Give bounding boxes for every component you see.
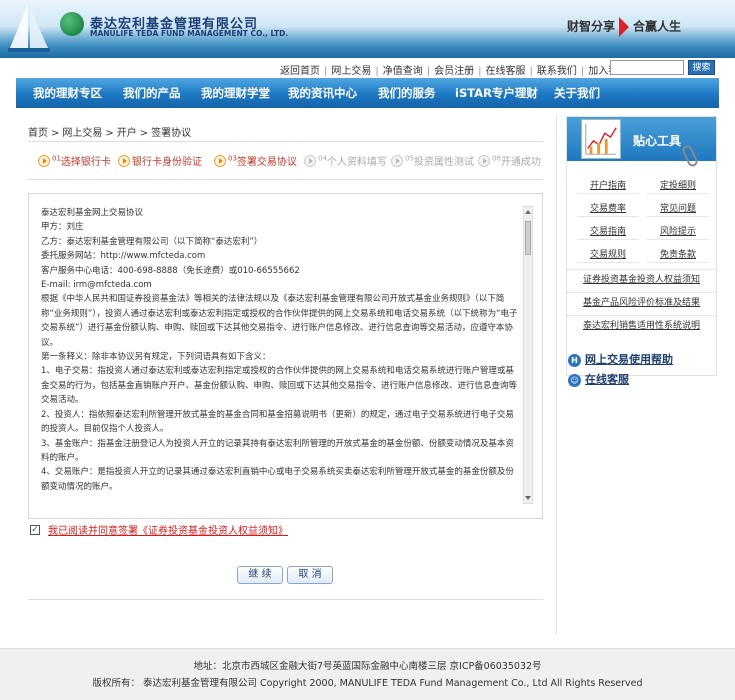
scroll-up-icon[interactable]: [525, 210, 531, 214]
toplink-nav-query[interactable]: 净值查询: [381, 66, 425, 77]
help-online-trading-label: 网上交易使用帮助: [585, 353, 673, 366]
agreement-line: 第一条释义：除非本协议另有规定，下列词语具有如下含义：: [41, 352, 271, 363]
divider: [28, 179, 543, 180]
agreement-line: 泰达宏利基金网上交易协议: [41, 208, 144, 218]
step-arrow-icon: [38, 154, 50, 167]
step-arrow-icon: [214, 154, 226, 167]
breadcrumb: 首页 > 网上交易 > 开户 > 签署协议: [28, 128, 192, 139]
divider: [28, 141, 543, 142]
tool-trading-rules[interactable]: 交易规则: [577, 248, 639, 263]
scroll-down-icon[interactable]: [525, 496, 531, 500]
agreement-line: 客户服务中心电话：400-698-8888（免长途费）或010-66555662: [41, 265, 300, 276]
toplink-home[interactable]: 返回首页: [278, 66, 322, 77]
agreement-box[interactable]: 泰达宏利基金网上交易协议 甲方：刘庄 乙方：泰达宏利基金管理有限公司（以下简称“…: [28, 193, 543, 519]
agreement-line: 乙方：泰达宏利基金管理有限公司（以下简称“泰达宏利”）: [41, 236, 263, 247]
slogan-right: 合赢人生: [633, 19, 682, 34]
consent-row: ✓ 我已阅读并同意签署《证券投资基金投资人权益须知》: [30, 522, 288, 537]
agreement-line: E-mail: irm@mfcteda.com: [41, 280, 152, 291]
agreement-line: 甲方：刘庄: [41, 222, 84, 233]
tool-risk-notice[interactable]: 风险提示: [647, 225, 709, 240]
divider: [28, 599, 543, 600]
agreement-scrollbar[interactable]: [523, 206, 533, 504]
slogan-left: 财智分享: [567, 19, 616, 34]
agreement-line: 4、交易账户：是指投资人开立的记录其通过泰达宏利直销中心或电子交易系统买卖泰达宏…: [41, 467, 514, 492]
breadcrumb-open-account[interactable]: 开户: [117, 128, 137, 139]
step-arrow-icon: [391, 154, 403, 167]
tool-disclaimer[interactable]: 免责条款: [647, 248, 709, 263]
nav-products[interactable]: 我们的产品: [123, 85, 181, 101]
sailboat-logo-icon: [8, 4, 50, 52]
agreement-line: 3、基金账户：指基金注册登记人为投资人开立的记录其持有泰达宏利所管理的开放式基金…: [41, 438, 514, 463]
agreement-line: 委托服务网站：http://www.mfcteda.com: [41, 251, 206, 262]
arrow-right-icon: [619, 17, 630, 37]
tool-trading-guide[interactable]: 交易指南: [577, 225, 639, 240]
nav-services[interactable]: 我们的服务: [378, 85, 436, 101]
agreement-line: 2、投资人：指依照泰达宏利所管理开放式基金的基金合同和基金招募说明书（更新）的规…: [41, 409, 514, 435]
step-arrow-icon: [304, 154, 316, 167]
chart-icon: [581, 119, 621, 159]
toplink-online-service[interactable]: 在线客服: [484, 66, 528, 77]
agreement-text: 泰达宏利基金网上交易协议 甲方：刘庄 乙方：泰达宏利基金管理有限公司（以下简称“…: [41, 206, 519, 506]
toplink-register[interactable]: 会员注册: [432, 66, 476, 77]
site-header: 泰达宏利基金管理有限公司 MANULIFE TEDA FUND MANAGEME…: [0, 0, 735, 58]
company-logo-icon: [60, 12, 84, 36]
sidebar-tools: 贴心工具 开户指南 定投细则 交易费率 常见问题 交易指南 风险提示 交易规则 …: [566, 116, 717, 376]
tool-suitability[interactable]: 泰达宏利销售适用性系统说明: [567, 315, 716, 336]
top-links: 返回首页 | 网上交易 | 净值查询 | 会员注册 | 在线客服 | 联系我们 | 加入我们: [278, 66, 629, 77]
step-3-current: 03签署交易协议: [214, 153, 297, 168]
help-h-icon: H: [568, 353, 581, 367]
main-nav: 我的理财专区 我们的产品 我的理财学堂 我的资讯中心 我们的服务 iSTAR专户…: [16, 78, 719, 108]
tool-investor-rights[interactable]: 证券投资基金投资人权益须知: [567, 269, 716, 290]
slogan: 财智分享 合赢人生: [567, 17, 681, 37]
paperclip-icon: [680, 143, 700, 169]
agreement-line: 根据《中华人民共和国证券投资基金法》等相关的法律法规以及《泰达宏利基金管理有限公…: [41, 294, 518, 348]
search-button[interactable]: 搜索: [688, 60, 715, 75]
breadcrumb-current: 签署协议: [151, 128, 192, 139]
site-footer: 地址：北京市西城区金融大街7号英蓝国际金融中心南楼三层 京ICP备0603503…: [0, 648, 735, 700]
tool-faq[interactable]: 常见问题: [647, 202, 709, 217]
nav-istar[interactable]: iSTAR专户理财: [455, 85, 538, 101]
help-online-service-label: 在线客服: [585, 373, 629, 386]
help-online-service[interactable]: ☺ 在线客服: [568, 371, 629, 387]
footer-address: 地址：北京市西城区金融大街7号英蓝国际金融中心南楼三层 京ICP备0603503…: [193, 661, 542, 672]
step-arrow-icon: [478, 154, 490, 167]
agreement-line: 1、电子交易：指投资人通过泰达宏利或泰达宏利指定或授权的合作伙伴提供的网上交易系…: [41, 366, 518, 406]
step-4: 04个人资料填写: [304, 153, 387, 168]
nav-news[interactable]: 我的资讯中心: [288, 85, 357, 101]
nav-about[interactable]: 关于我们: [554, 85, 600, 101]
tool-account-guide[interactable]: 开户指南: [577, 179, 639, 194]
continue-button[interactable]: 继 续: [237, 566, 283, 584]
consent-link[interactable]: 我已阅读并同意签署《证券投资基金投资人权益须知》: [48, 526, 288, 537]
step-1: 01选择银行卡: [38, 153, 111, 168]
nav-academy[interactable]: 我的理财学堂: [201, 85, 270, 101]
help-online-trading[interactable]: H 网上交易使用帮助: [568, 351, 673, 367]
sidebar-header: 贴心工具: [567, 117, 716, 169]
tool-sip-rules[interactable]: 定投细则: [647, 179, 709, 194]
footer-copyright: 版权所有： 泰达宏利基金管理有限公司 Copyright 2000, MANUL…: [92, 678, 643, 689]
tool-fees[interactable]: 交易费率: [577, 202, 639, 217]
scroll-thumb[interactable]: [525, 221, 531, 255]
sidebar-title: 贴心工具: [633, 134, 682, 148]
nav-wealth-zone[interactable]: 我的理财专区: [33, 85, 102, 101]
step-6: 06开通成功: [478, 153, 541, 168]
company-name-en: MANULIFE TEDA FUND MANAGEMENT CO., LTD.: [90, 29, 289, 38]
cancel-button[interactable]: 取 消: [287, 566, 333, 584]
tool-risk-rating[interactable]: 基金产品风险评价标准及结果: [567, 292, 716, 313]
chat-icon: ☺: [568, 373, 581, 387]
step-arrow-icon: [118, 154, 130, 167]
main-content: 首页 > 网上交易 > 开户 > 签署协议 01选择银行卡 银行卡身份验证 03签署交易协议…: [16, 115, 557, 635]
breadcrumb-online-trading[interactable]: 网上交易: [62, 128, 102, 139]
step-2: 银行卡身份验证: [118, 153, 202, 168]
search-input[interactable]: [610, 60, 684, 75]
consent-checkbox[interactable]: ✓: [30, 524, 40, 535]
toplink-online-trading[interactable]: 网上交易: [329, 66, 373, 77]
step-5: 05投资属性测试: [391, 153, 474, 168]
breadcrumb-home[interactable]: 首页: [28, 128, 48, 139]
toplink-contact[interactable]: 联系我们: [535, 66, 579, 77]
